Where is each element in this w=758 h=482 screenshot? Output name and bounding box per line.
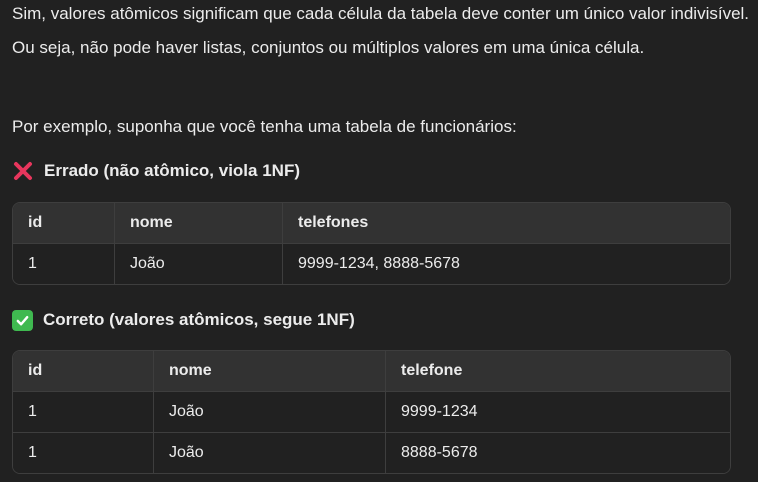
table-header-row: id nome telefones (13, 203, 730, 243)
table-cell-telefones: 9999-1234, 8888-5678 (282, 244, 730, 284)
table-row: 1 João 9999-1234 (13, 391, 730, 432)
column-header-telefones: telefones (282, 203, 730, 243)
wrong-example-heading-text: Errado (não atômico, viola 1NF) (44, 161, 300, 180)
correct-example-heading-text: Correto (valores atômicos, segue 1NF) (43, 310, 355, 329)
table-row: 1 João 8888-5678 (13, 432, 730, 473)
column-header-nome: nome (153, 351, 385, 391)
correct-example-heading: Correto (valores atômicos, segue 1NF) (12, 308, 355, 332)
column-header-id: id (28, 362, 43, 379)
table-cell-telefone: 9999-1234 (385, 392, 730, 432)
table-cell-nome: João (153, 392, 385, 432)
intro-paragraph: Sim, valores atômicos significam que cad… (12, 4, 750, 57)
example-intro-paragraph: Por exemplo, suponha que você tenha uma … (12, 117, 517, 136)
table-cell-nome: João (153, 433, 385, 473)
column-header-telefone: telefone (385, 351, 730, 391)
table-cell-nome: João (114, 244, 282, 284)
cross-mark-icon (12, 160, 34, 182)
table-cell-id: 1 (28, 403, 37, 420)
correct-example-table: id nome telefone 1 João 9999-1234 1 João… (12, 350, 731, 474)
check-mark-icon (12, 309, 33, 331)
wrong-example-table: id nome telefones 1 João 9999-1234, 8888… (12, 202, 731, 285)
column-header-id: id (28, 214, 43, 231)
wrong-example-heading: Errado (não atômico, viola 1NF) (12, 159, 300, 183)
table-header-row: id nome telefone (13, 351, 730, 391)
table-row: 1 João 9999-1234, 8888-5678 (13, 243, 730, 284)
table-cell-id: 1 (28, 255, 37, 272)
column-header-nome: nome (114, 203, 282, 243)
table-cell-id: 1 (28, 444, 37, 461)
table-cell-telefone: 8888-5678 (385, 433, 730, 473)
